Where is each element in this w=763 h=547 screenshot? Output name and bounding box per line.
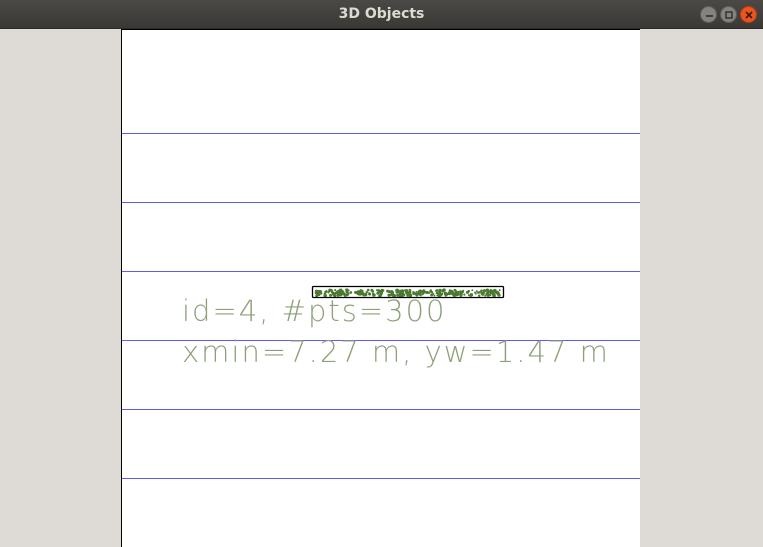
lidar-point <box>476 291 479 294</box>
lidar-point <box>429 290 432 293</box>
bird-eye-view-canvas: id=4, #pts=300 xmin=7.27 m, yw=1.47 m <box>121 29 640 547</box>
lidar-point <box>379 290 382 293</box>
lidar-point <box>381 289 385 292</box>
lidar-point <box>465 290 470 294</box>
maximize-button[interactable] <box>720 6 737 23</box>
object-position-label: xmin=7.27 m, yw=1.47 m <box>182 335 610 369</box>
lidar-point <box>357 290 361 293</box>
lidar-point <box>481 291 485 295</box>
minimize-icon <box>706 15 713 17</box>
lidar-point <box>480 289 483 292</box>
lidar-point <box>484 294 487 297</box>
bird-eye-view <box>122 133 640 479</box>
lidar-point <box>408 288 412 292</box>
close-button[interactable] <box>740 6 757 23</box>
lidar-point <box>442 288 446 292</box>
lidar-point <box>399 290 402 293</box>
lidar-point <box>471 289 474 292</box>
lidar-point <box>395 288 399 293</box>
lidar-point <box>469 293 474 297</box>
window-titlebar[interactable]: 3D Objects <box>0 0 763 29</box>
lidar-point <box>418 289 422 293</box>
lidar-point <box>451 293 454 296</box>
lidar-point <box>494 290 498 294</box>
lidar-point <box>404 290 407 293</box>
lidar-point <box>456 292 460 297</box>
lidar-point <box>474 292 477 295</box>
lidar-point <box>347 289 350 292</box>
lidar-point <box>453 289 457 292</box>
lidar-point <box>360 289 364 293</box>
lidar-point <box>366 288 370 292</box>
lidar-point <box>365 290 368 294</box>
lidar-point <box>435 289 438 292</box>
window-title: 3D Objects <box>338 6 425 22</box>
lidar-point <box>486 293 490 297</box>
lidar-point <box>491 289 496 294</box>
lidar-point <box>463 293 466 296</box>
close-icon <box>745 11 753 19</box>
lidar-point <box>325 290 328 293</box>
lidar-point <box>477 294 481 297</box>
lidar-point <box>462 289 465 292</box>
lidar-point <box>328 290 331 293</box>
lidar-point <box>387 290 391 294</box>
lidar-point <box>438 288 442 293</box>
lidar-point <box>492 294 496 297</box>
minimize-button[interactable] <box>700 6 717 23</box>
lidar-point <box>334 289 337 292</box>
lidar-point <box>371 290 375 293</box>
lidar-point <box>489 288 492 292</box>
lidar-point <box>498 289 501 292</box>
lidar-point <box>459 290 463 294</box>
object-id-label: id=4, #pts=300 <box>182 294 447 328</box>
maximize-icon <box>725 11 733 19</box>
lidar-point <box>486 289 490 294</box>
lidar-point <box>459 292 463 296</box>
lidar-point <box>337 289 340 292</box>
